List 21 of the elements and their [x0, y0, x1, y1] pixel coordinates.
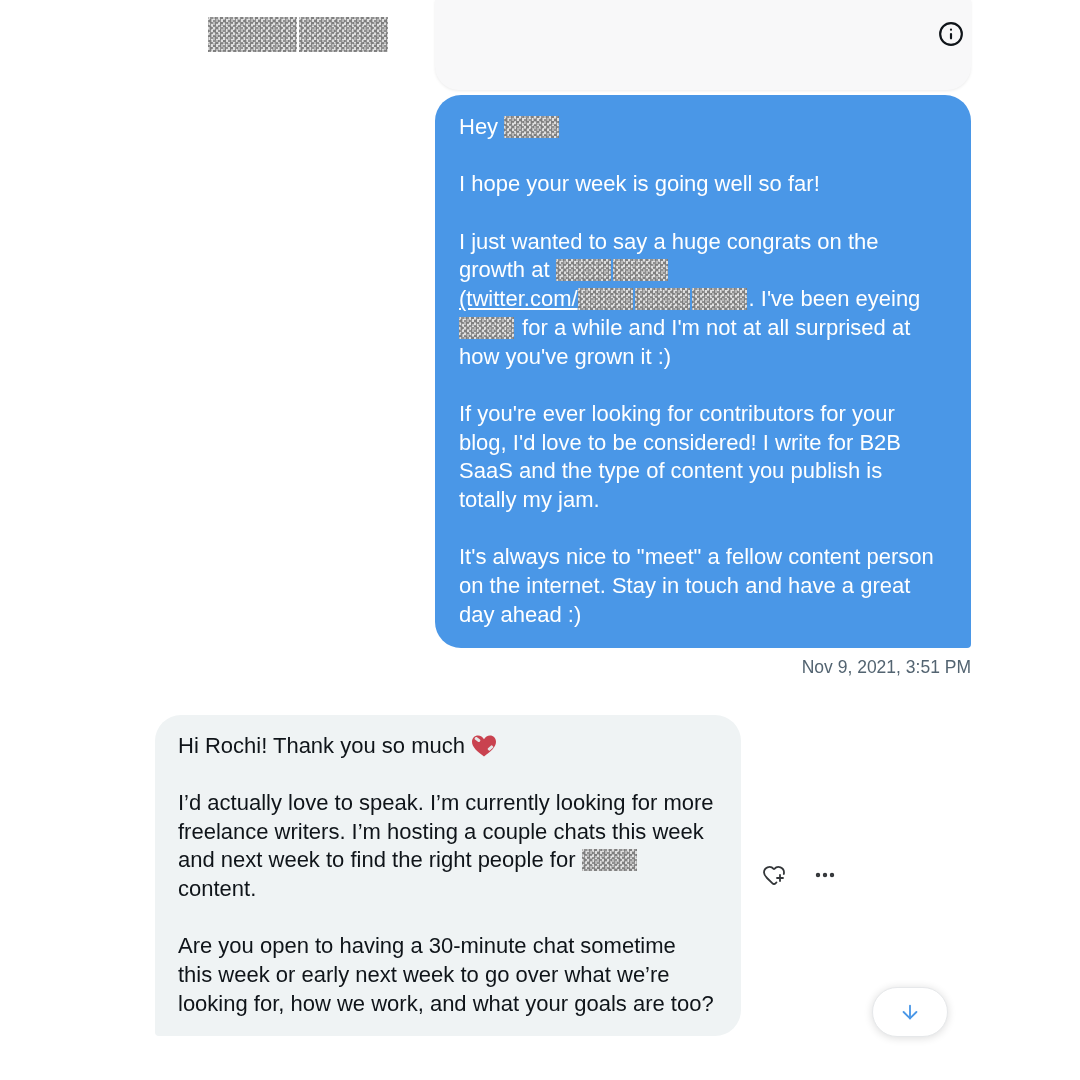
heart-plus-icon[interactable]	[762, 863, 786, 888]
message-timestamp: Nov 9, 2021, 3:51 PM	[801, 655, 971, 678]
pixelated-redaction	[691, 288, 747, 311]
message-text: Hi Rochi! Thank you so much	[178, 731, 723, 761]
pixelated-redaction	[459, 316, 514, 339]
heart-icon	[471, 733, 498, 758]
pixelated-redaction	[612, 259, 668, 282]
link[interactable]: (twitter.com/	[459, 286, 749, 312]
pixelated-redaction	[577, 288, 633, 311]
message-text: I hope your week is going well so far!	[459, 170, 821, 199]
message-text: If you're ever looking for contributors for your blog, I'd love to be considered! I write for B2B SaaS and the type of content you publish is totally my jam.	[459, 400, 902, 515]
message-text: I’d actually love to speak. I’m currently looking for more freelance writers. I’m hosting a couple chats this week and next week to find the right people for content.	[178, 789, 715, 904]
message-text: Are you open to having a 30-minute chat sometime this week or early next week to go over what we’re looking for, how we work, and what your goals are too?	[178, 932, 715, 1018]
pixelated-redaction	[634, 288, 690, 311]
message-text: Hey	[459, 113, 943, 142]
message-text: I just wanted to say a huge congrats on the growth at (twitter.com/ . I've been eyeing for a while and I'm not at all surprised at how you've grown it :)	[459, 227, 922, 371]
info-icon[interactable]	[938, 21, 964, 47]
pixelated-redaction	[581, 849, 637, 872]
pixelated-redaction	[555, 259, 611, 282]
pixelated-redaction	[504, 116, 560, 138]
message-text: It's always nice to "meet" a fellow content person on the internet. Stay in touch and have a great day ahead :)	[459, 543, 935, 629]
